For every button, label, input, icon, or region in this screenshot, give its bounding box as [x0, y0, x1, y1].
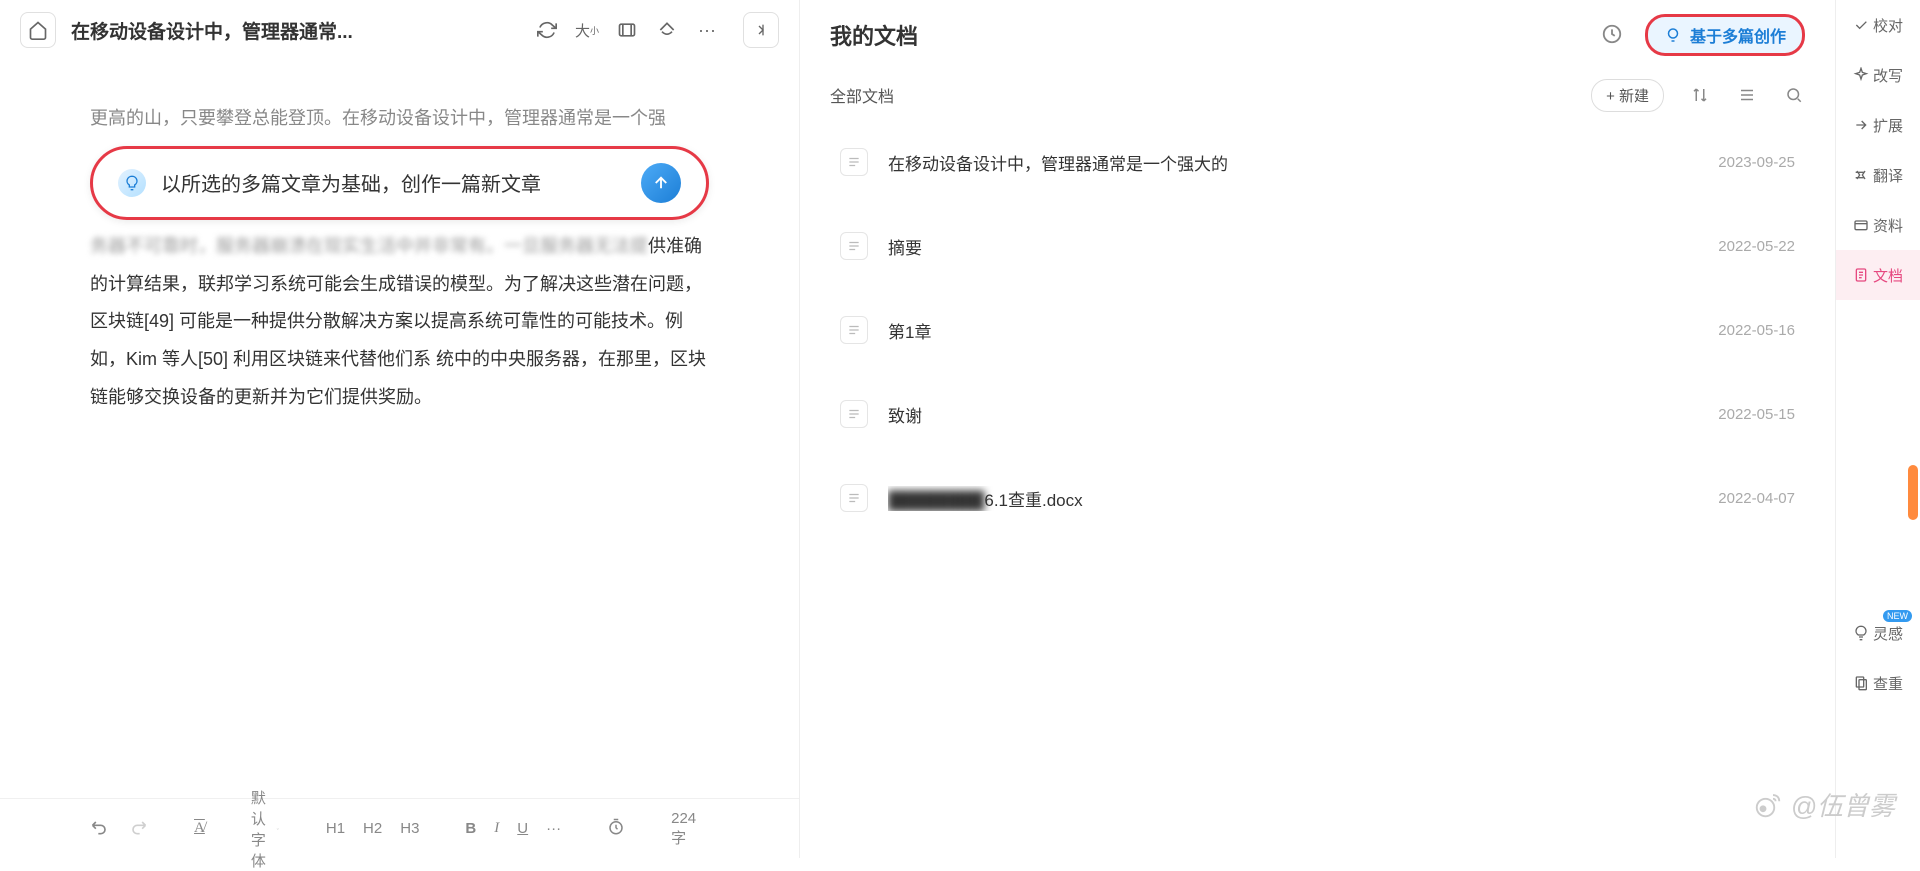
sort-icon[interactable]	[1689, 84, 1711, 106]
compose-prompt-card: 以所选的多篇文章为基础，创作一篇新文章	[90, 146, 709, 220]
h1-button[interactable]: H1	[326, 820, 345, 837]
editor-panel: 在移动设备设计中，管理器通常... 大小 ··· 更高的山，只要攀登总能登顶。在…	[0, 0, 800, 858]
redo-button[interactable]	[128, 817, 148, 841]
stopwatch-icon[interactable]	[607, 818, 625, 840]
h3-button[interactable]: H3	[400, 820, 419, 837]
new-badge: NEW	[1883, 610, 1912, 622]
home-button[interactable]	[20, 12, 56, 48]
docs-panel: 我的文档 基于多篇创作 全部文档 + 新建 在移动设备设计中，管理器通常是一个强…	[800, 0, 1835, 858]
list-item[interactable]: 在移动设备设计中，管理器通常是一个强大的 2023-09-25	[830, 130, 1805, 194]
file-name: 在移动设备设计中，管理器通常是一个强大的	[888, 150, 1698, 175]
h2-button[interactable]: H2	[363, 820, 382, 837]
more-icon[interactable]: ···	[696, 19, 718, 41]
history-icon[interactable]	[1601, 23, 1625, 47]
doc-icon	[840, 400, 868, 428]
side-docs[interactable]: 文档	[1836, 250, 1920, 300]
weibo-icon	[1753, 790, 1783, 820]
doc-icon	[840, 484, 868, 512]
underline-button[interactable]: U	[517, 820, 528, 837]
doc-icon	[840, 232, 868, 260]
tab-all-docs[interactable]: 全部文档	[830, 83, 894, 107]
side-plagiarism[interactable]: 查重	[1836, 658, 1920, 708]
side-materials[interactable]: 资料	[1836, 200, 1920, 250]
list-item[interactable]: 第1章 2022-05-16	[830, 298, 1805, 362]
list-item[interactable]: 致谢 2022-05-15	[830, 382, 1805, 446]
undo-button[interactable]	[90, 817, 110, 841]
scrollbar-thumb[interactable]	[1908, 465, 1918, 520]
side-rewrite[interactable]: 改写	[1836, 50, 1920, 100]
side-translate[interactable]: 翻译	[1836, 150, 1920, 200]
search-icon[interactable]	[1783, 84, 1805, 106]
list-view-icon[interactable]	[1736, 84, 1758, 106]
file-date: 2022-05-16	[1718, 322, 1795, 339]
compose-prompt-text: 以所选的多篇文章为基础，创作一篇新文章	[161, 168, 626, 197]
bold-button[interactable]: B	[465, 820, 476, 837]
doc-icon	[840, 148, 868, 176]
file-date: 2022-05-22	[1718, 238, 1795, 255]
side-inspiration[interactable]: NEW灵感	[1836, 608, 1920, 658]
docs-tabs-row: 全部文档 + 新建	[800, 70, 1835, 120]
file-name: 第1章	[888, 318, 1698, 343]
document-title: 在移动设备设计中，管理器通常...	[71, 17, 521, 44]
side-proofread[interactable]: 校对	[1836, 0, 1920, 50]
bulb-icon	[1664, 26, 1682, 44]
word-count: 224 字	[671, 810, 696, 848]
bulb-icon	[118, 169, 146, 197]
more-format-button[interactable]: ···	[546, 820, 561, 837]
file-name: 摘要	[888, 234, 1698, 259]
obscured-text: 务器不可靠时，服务器崩溃在现实生活中并非常有。一旦服务器无法提	[90, 228, 648, 266]
share-icon[interactable]	[656, 19, 678, 41]
docs-topbar: 我的文档 基于多篇创作	[800, 0, 1835, 70]
list-item[interactable]: 摘要 2022-05-22	[830, 214, 1805, 278]
list-item[interactable]: ████████6.1查重.docx 2022-04-07	[830, 466, 1805, 530]
clear-format-button[interactable]: A̸	[194, 820, 205, 837]
collapse-button[interactable]	[743, 12, 779, 48]
file-date: 2022-04-07	[1718, 490, 1795, 507]
side-expand[interactable]: 扩展	[1836, 100, 1920, 150]
compose-multi-label: 基于多篇创作	[1690, 23, 1786, 47]
text-size-icon[interactable]: 大小	[576, 19, 598, 41]
editor-toolbar: 大小 ···	[536, 19, 718, 41]
docs-title: 我的文档	[830, 19, 918, 51]
file-name: 致谢	[888, 402, 1698, 427]
paragraph-body: 务器不可靠时，服务器崩溃在现实生活中并非常有。一旦服务器无法提供准确的计算结果，…	[90, 228, 709, 417]
file-date: 2023-09-25	[1718, 154, 1795, 171]
file-date: 2022-05-15	[1718, 406, 1795, 423]
compose-multi-button[interactable]: 基于多篇创作	[1645, 14, 1805, 56]
file-list: 在移动设备设计中，管理器通常是一个强大的 2023-09-25 摘要 2022-…	[800, 120, 1835, 858]
new-doc-button[interactable]: + 新建	[1591, 79, 1664, 112]
italic-button[interactable]: I	[494, 820, 499, 837]
file-name: ████████6.1查重.docx	[888, 486, 1698, 511]
doc-icon	[840, 316, 868, 344]
watermark: @伍曾雾	[1753, 786, 1895, 823]
compose-submit-button[interactable]	[641, 163, 681, 203]
grid-icon[interactable]	[616, 19, 638, 41]
refresh-icon[interactable]	[536, 19, 558, 41]
format-bar: A̸ 默认字体 H1 H2 H3 B I U ··· 224 字	[0, 798, 799, 858]
side-panel: 校对 改写 扩展 翻译 资料 文档 NEW灵感 查重	[1835, 0, 1920, 858]
editor-body[interactable]: 更高的山，只要攀登总能登顶。在移动设备设计中，管理器通常是一个强 以所选的多篇文…	[0, 60, 799, 798]
paragraph-line: 更高的山，只要攀登总能登顶。在移动设备设计中，管理器通常是一个强	[90, 100, 709, 138]
editor-topbar: 在移动设备设计中，管理器通常... 大小 ···	[0, 0, 799, 60]
